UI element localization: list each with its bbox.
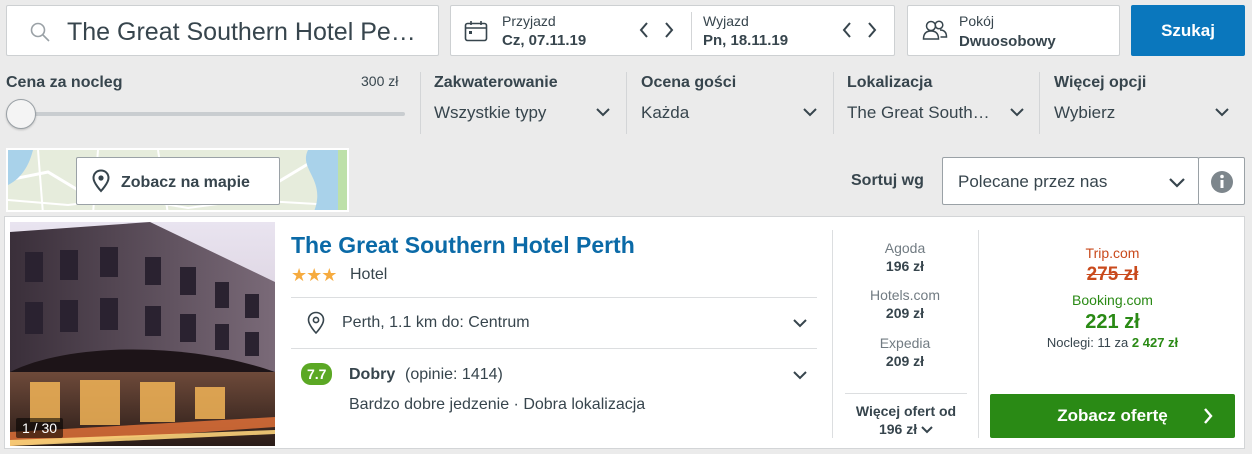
chevron-down-icon <box>1168 177 1186 189</box>
hotel-stars: ★★★ <box>291 265 337 285</box>
chevron-down-icon[interactable] <box>1010 107 1024 117</box>
sort-value: Polecane przez nas <box>958 172 1108 191</box>
strike-site[interactable]: Trip.com <box>990 245 1235 261</box>
info-icon <box>1210 170 1234 194</box>
chevron-down-icon[interactable] <box>793 370 807 380</box>
calendar-icon <box>464 20 488 42</box>
view-offer-button[interactable]: Zobacz ofertę <box>990 394 1235 438</box>
checkin-next-icon[interactable] <box>663 21 675 39</box>
search-icon <box>29 21 51 43</box>
checkin-value[interactable]: Cz, 07.11.19 <box>502 32 586 49</box>
date-picker[interactable]: Przyjazd Cz, 07.11.19 Wyjazd Pn, 18.11.1… <box>450 5 895 56</box>
sort-info-button[interactable] <box>1198 157 1245 205</box>
nights-summary: Noclegi: 11 za 2 427 zł <box>990 335 1235 350</box>
checkout-prev-icon[interactable] <box>841 21 853 39</box>
price-column-divider <box>978 230 979 438</box>
price-filter-max: 300 zł <box>361 73 399 89</box>
hotel-location[interactable]: Perth, 1.1 km do: Centrum <box>342 314 530 332</box>
nights-total: 2 427 zł <box>1131 335 1179 350</box>
price-value-hotelscom[interactable]: 209 zł <box>845 305 965 321</box>
hotel-result-card[interactable]: 1 / 30 The Great Southern Hotel Perth ★★… <box>4 216 1245 449</box>
nights-text: Noclegi: 11 za <box>1046 335 1129 350</box>
price-value-agoda[interactable]: 196 zł <box>845 258 965 274</box>
chevron-down-icon[interactable] <box>793 318 807 328</box>
location-pin-icon <box>307 311 325 335</box>
guests-icon <box>922 19 948 41</box>
deal-box: Trip.com 275 zł Booking.com 221 zł Nocle… <box>990 245 1235 350</box>
filter-divider <box>626 72 627 134</box>
chevron-right-icon <box>1202 407 1214 425</box>
date-divider <box>691 12 692 50</box>
search-input[interactable]: The Great Southern Hotel Pe… <box>6 5 439 56</box>
sort-select[interactable]: Polecane przez nas <box>942 157 1199 205</box>
rating-filter-label: Ocena gości <box>641 74 737 91</box>
more-offers-price-row: 196 zł <box>840 421 972 437</box>
show-map-label: Zobacz na mapie <box>121 174 250 191</box>
price-site-hotelscom[interactable]: Hotels.com <box>845 287 965 303</box>
checkout-next-icon[interactable] <box>866 21 878 39</box>
more-filter-label: Więcej opcji <box>1054 74 1147 91</box>
rating-highlights: Bardzo dobre jedzenie · Dobra lokalizacj… <box>349 396 646 413</box>
hotel-type: Hotel <box>350 266 388 283</box>
more-offers-label: Więcej ofert od <box>855 403 957 419</box>
info-divider <box>291 348 817 349</box>
more-offers-price: 196 zł <box>878 421 918 437</box>
chevron-down-icon <box>921 426 933 434</box>
location-filter-value[interactable]: The Great South… <box>847 103 990 123</box>
hotel-image[interactable]: 1 / 30 <box>10 222 275 446</box>
hotel-name[interactable]: The Great Southern Hotel Perth <box>291 232 635 259</box>
room-label: Pokój <box>959 13 995 29</box>
view-offer-label: Zobacz ofertę <box>1057 406 1168 425</box>
rating-filter-value[interactable]: Każda <box>641 103 689 123</box>
chevron-down-icon[interactable] <box>1215 107 1229 117</box>
accommodation-filter-label: Zakwaterowanie <box>434 74 558 91</box>
price-filter-label: Cena za nocleg <box>6 74 123 91</box>
accommodation-filter-value[interactable]: Wszystkie typy <box>434 103 546 123</box>
rating-badge: 7.7 <box>301 363 333 385</box>
checkin-prev-icon[interactable] <box>638 21 650 39</box>
checkout-label: Wyjazd <box>703 13 749 29</box>
price-site-expedia[interactable]: Expedia <box>845 335 965 351</box>
rating-reviews[interactable]: (opinie: 1414) <box>405 366 503 384</box>
location-filter-label: Lokalizacja <box>847 74 933 91</box>
room-value: Dwuosobowy <box>959 33 1056 50</box>
rating-word[interactable]: Dobry <box>349 366 395 384</box>
filter-divider <box>833 72 834 134</box>
map-pin-icon <box>92 169 110 193</box>
best-site[interactable]: Booking.com <box>990 292 1235 308</box>
filter-divider <box>420 72 421 134</box>
image-counter-text: 1 / 30 <box>22 420 58 436</box>
more-offers-button[interactable]: Więcej ofert od 196 zł <box>840 403 972 437</box>
price-value-expedia[interactable]: 209 zł <box>845 353 965 369</box>
best-price: 221 zł <box>1085 311 1140 333</box>
checkin-label: Przyjazd <box>502 13 556 29</box>
price-slider-handle[interactable] <box>6 99 36 129</box>
sort-label: Sortuj wg <box>851 172 924 189</box>
info-divider <box>291 297 817 298</box>
price-column-divider <box>832 230 833 438</box>
price-slider-track[interactable] <box>20 112 405 116</box>
search-query[interactable]: The Great Southern Hotel Pe… <box>67 18 437 47</box>
image-counter: 1 / 30 <box>16 418 64 438</box>
room-selector[interactable]: Pokój Dwuosobowy <box>907 5 1120 56</box>
more-offers-divider <box>845 393 967 394</box>
strike-price: 275 zł <box>1086 264 1139 285</box>
chevron-down-icon[interactable] <box>596 107 610 117</box>
price-site-agoda[interactable]: Agoda <box>845 240 965 256</box>
chevron-down-icon[interactable] <box>803 107 817 117</box>
more-filter-value[interactable]: Wybierz <box>1054 103 1115 123</box>
filter-divider <box>1039 72 1040 134</box>
checkout-value[interactable]: Pn, 18.11.19 <box>703 32 788 49</box>
show-map-button[interactable]: Zobacz na mapie <box>76 157 280 205</box>
search-button[interactable]: Szukaj <box>1131 5 1245 56</box>
